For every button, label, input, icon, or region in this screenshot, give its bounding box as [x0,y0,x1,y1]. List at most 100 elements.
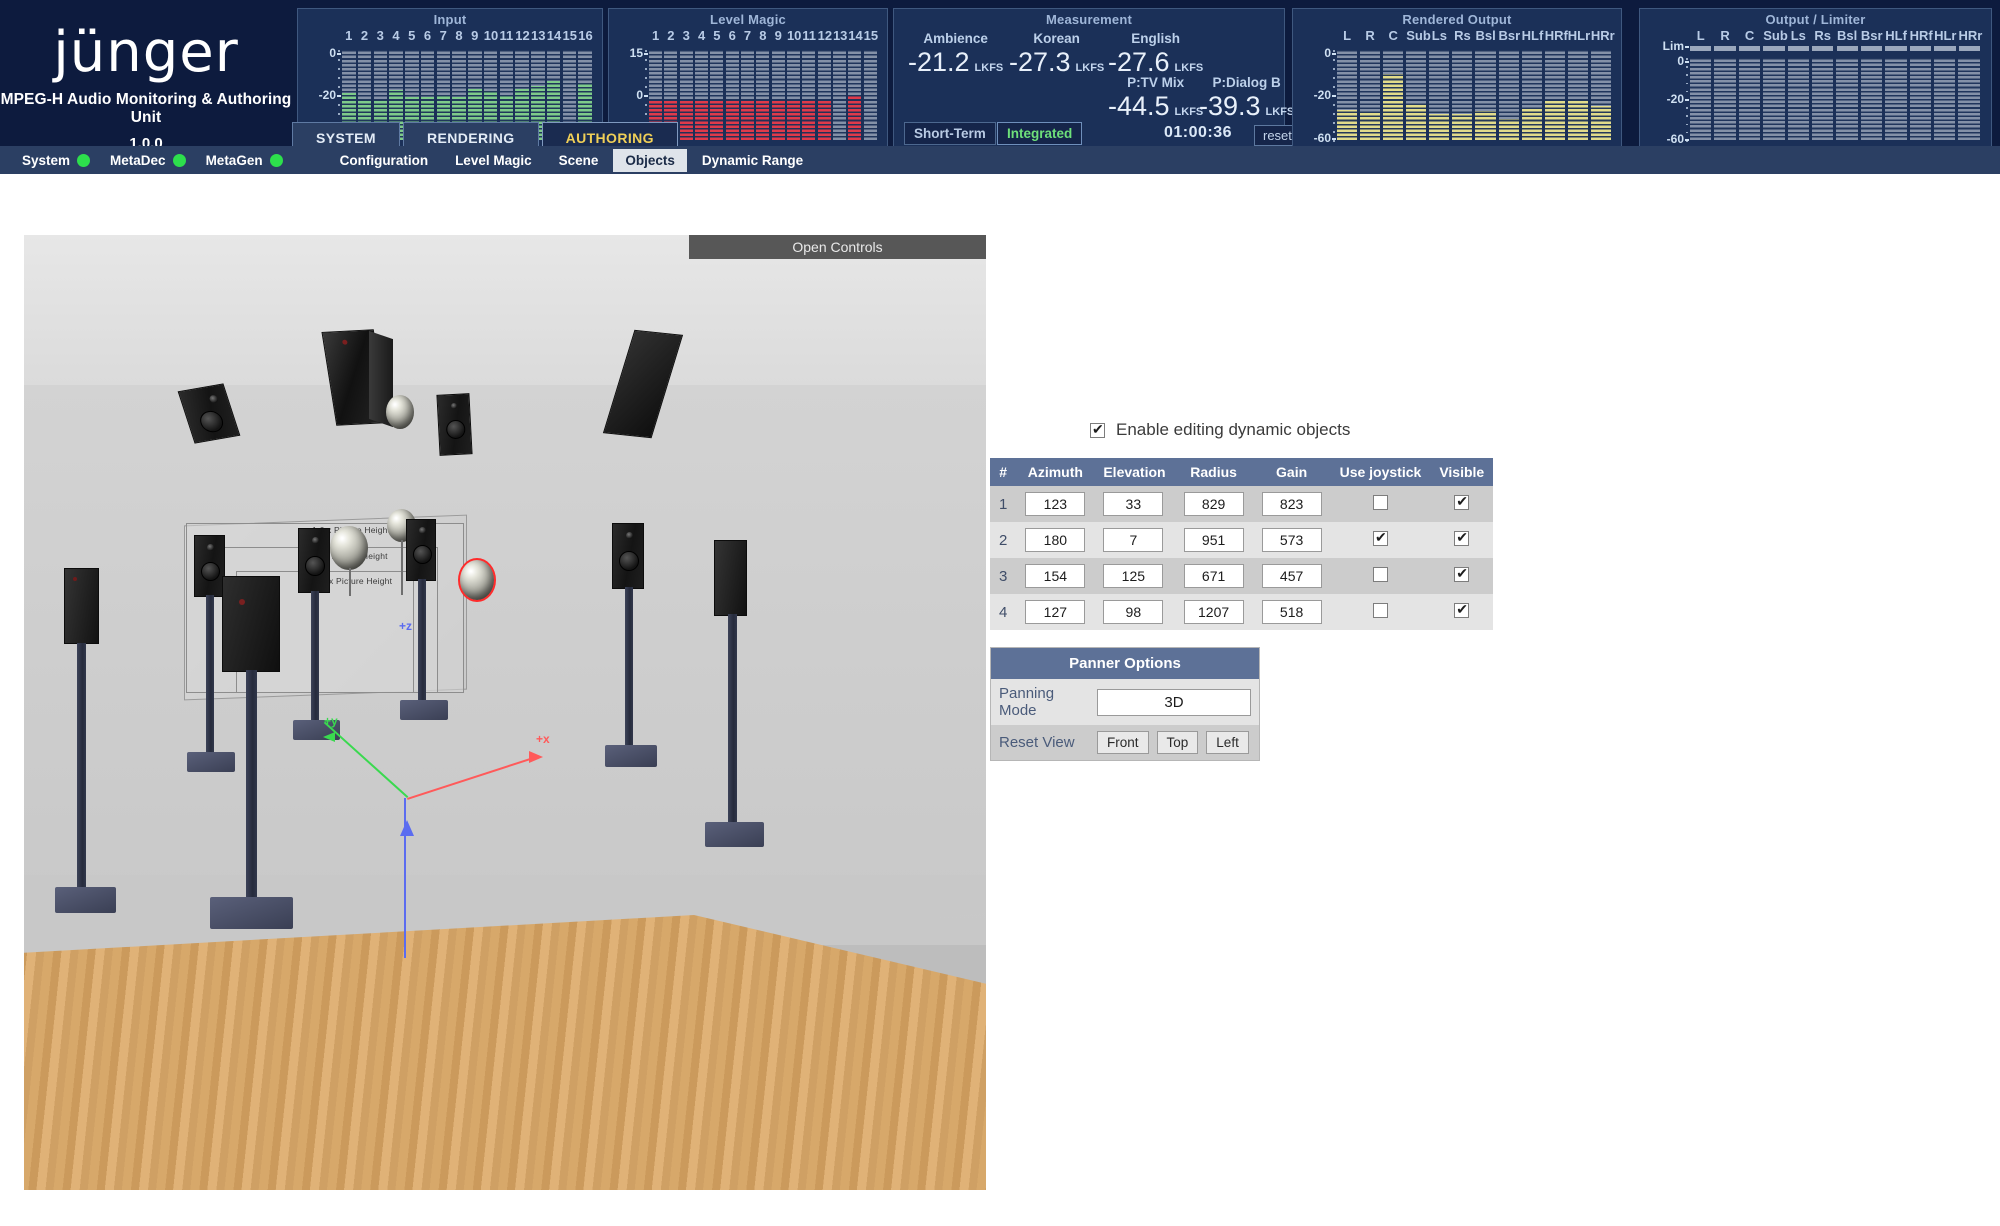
meter-channel-label: 1 [649,28,662,43]
radius-input[interactable]: 951 [1184,528,1244,552]
reset-view-row: Reset View Front Top Left [991,725,1259,760]
meter-scale-minor-tick [1333,104,1335,106]
reset-view-front-button[interactable]: Front [1097,731,1149,754]
visible-checkbox[interactable] [1454,495,1469,510]
meter-bar [1861,58,1882,140]
elevation-input[interactable]: 125 [1103,564,1163,588]
limiter-indicator [1934,46,1955,51]
meter-bar-ticks [1812,58,1833,140]
azimuth-input[interactable]: 180 [1025,528,1085,552]
meter-channel-label: 4 [389,28,403,43]
menu-item-objects[interactable]: Objects [613,149,687,172]
limiter-indicator [1910,46,1931,51]
gain-input[interactable]: 823 [1262,492,1322,516]
meter-scale-minor-tick [338,113,340,115]
use-joystick-checkbox[interactable] [1373,567,1388,582]
azimuth-input[interactable]: 154 [1025,564,1085,588]
meter-scale-tick [1332,53,1336,55]
meter-bar [1958,58,1979,140]
meter-channel-label: 4 [695,28,708,43]
meter-channel-label: L [1337,28,1357,43]
measurement-integrated-button[interactable]: Integrated [997,122,1082,145]
meter-scale-minor-tick [1333,113,1335,115]
meter-channel-label: 1 [342,28,356,43]
use-joystick-checkbox[interactable] [1373,531,1388,546]
gain-input-cell: 573 [1253,522,1331,558]
meter-bar-ticks [802,50,815,140]
reset-view-top-button[interactable]: Top [1157,731,1199,754]
object-sphere-3[interactable] [330,526,368,570]
meter-scale-minor-tick [1333,122,1335,124]
meter-channel-label: HLf [1522,28,1542,43]
meter-channel-label: Bsr [1499,28,1519,43]
meter-bar-ticks [1522,50,1542,140]
meter-bar [1499,50,1519,140]
gain-input[interactable]: 518 [1262,600,1322,624]
measurement-dialogb-value: -39.3 [1199,91,1261,122]
radius-input[interactable]: 671 [1184,564,1244,588]
meter-bar-ticks [1910,58,1931,140]
use-joystick-checkbox[interactable] [1373,603,1388,618]
meter-bar [802,50,815,140]
output-limiter-panel: Output / Limiter LRCSubLsRsBslBsrHLfHRfH… [1639,8,1992,152]
meter-bar [1337,50,1357,140]
measurement-korean: Korean -27.3 LKFS [1009,31,1104,78]
menu-item-scene[interactable]: Scene [547,149,611,172]
status-label: System [22,153,70,168]
limiter-indicator [1739,46,1760,51]
meter-scale-label: -20 [310,88,336,102]
radius-input[interactable]: 829 [1184,492,1244,516]
elevation-input[interactable]: 98 [1103,600,1163,624]
elevation-input[interactable]: 7 [1103,528,1163,552]
gain-input[interactable]: 573 [1262,528,1322,552]
meter-channel-label: 9 [772,28,785,43]
panning-mode-select[interactable]: 3D [1097,689,1251,716]
axis-label-y: +y [324,714,338,728]
meter-bar-ticks [787,50,800,140]
meter-bar [848,50,861,140]
column-header-elevation: Elevation [1094,458,1174,486]
status-metadec: MetaDec [110,153,186,168]
menu-item-configuration[interactable]: Configuration [328,149,440,172]
meter-bar [1475,50,1495,140]
meter-scale-minor-tick [1333,50,1335,52]
azimuth-input-cell: 154 [1016,558,1094,594]
measurement-preset-tvmix: P:TV Mix -44.5 LKFS [1108,75,1203,122]
reset-view-left-button[interactable]: Left [1206,731,1249,754]
meter-scale-minor-tick [338,95,340,97]
radius-input[interactable]: 1207 [1184,600,1244,624]
meter-bar [1452,50,1472,140]
meter-channel-label: 11 [500,28,514,43]
meter-bar [1788,58,1809,140]
meter-bar-ticks [1545,50,1565,140]
room-wall [24,385,986,945]
meter-channel-label: Rs [1452,28,1472,43]
azimuth-input[interactable]: 123 [1025,492,1085,516]
object-sphere-2-selected[interactable] [458,558,496,602]
3d-scene-viewport[interactable]: 1.6 x Picture Height 2 x Picture Height … [24,235,986,1190]
measurement-shortterm-button[interactable]: Short-Term [904,122,996,145]
menu-item-level-magic[interactable]: Level Magic [443,149,544,172]
rendered-output-title: Rendered Output [1293,12,1621,27]
measurement-korean-value: -27.3 [1009,47,1071,78]
visible-checkbox[interactable] [1454,567,1469,582]
visible-checkbox[interactable] [1454,603,1469,618]
meter-channel-label: HLr [1934,28,1955,43]
open-controls-button[interactable]: Open Controls [689,235,986,259]
meter-scale-tick [1685,46,1689,48]
meter-channel-label: 11 [802,28,815,43]
azimuth-input[interactable]: 127 [1025,600,1085,624]
meter-channel-label: 3 [374,28,388,43]
enable-editing-checkbox[interactable] [1090,423,1105,438]
visible-checkbox[interactable] [1454,531,1469,546]
meter-bar [680,50,693,140]
status-label: MetaDec [110,153,166,168]
enable-editing-row[interactable]: Enable editing dynamic objects [1090,420,1350,440]
object-sphere-1[interactable] [386,395,414,429]
use-joystick-checkbox[interactable] [1373,495,1388,510]
elevation-input[interactable]: 33 [1103,492,1163,516]
menu-item-dynamic-range[interactable]: Dynamic Range [690,149,815,172]
meter-scale-minor-tick [1686,132,1688,134]
gain-input[interactable]: 457 [1262,564,1322,588]
meter-channel-label: HRf [1910,28,1931,43]
